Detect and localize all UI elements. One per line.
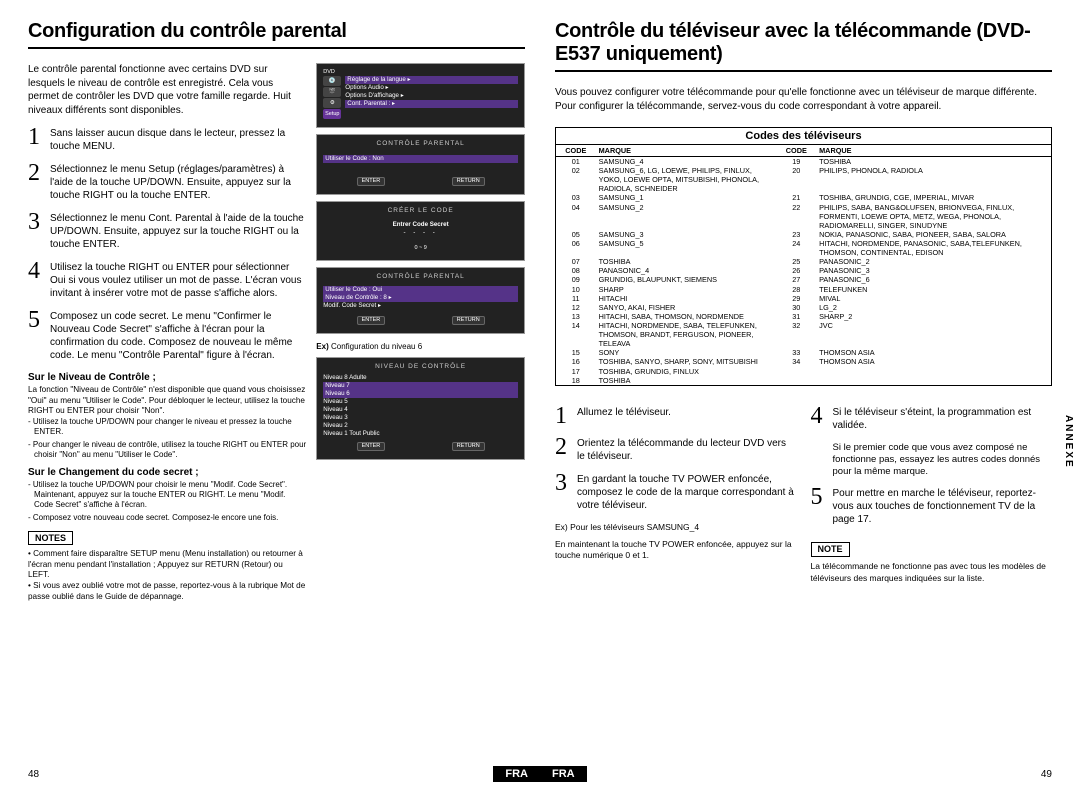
tv-codes-table: Codes des téléviseurs CODE MARQUE CODE M… bbox=[555, 127, 1052, 386]
table-row: 12SANYO, AKAI, FISHER30LG_2 bbox=[556, 303, 1051, 312]
intro-right: Vous pouvez configurer votre télécommand… bbox=[555, 86, 1052, 113]
step-5: 5Composez un code secret. Le menu "Confi… bbox=[28, 310, 306, 362]
table-row: 04SAMSUNG_222PHILIPS, SABA, BANG&OLUFSEN… bbox=[556, 203, 1051, 230]
note-label-right: NOTE bbox=[811, 542, 850, 558]
table-row: 10SHARP28TELEFUNKEN bbox=[556, 285, 1051, 294]
steps-list: 1Sans laisser aucun disque dans le lecte… bbox=[28, 127, 306, 362]
table-row: 07TOSHIBA25PANASONIC_2 bbox=[556, 257, 1051, 266]
table-row: 11HITACHI29MIVAL bbox=[556, 294, 1051, 303]
annexe-tab: ANNEXE bbox=[1063, 415, 1074, 469]
page-49: Contrôle du téléviseur avec la télécomma… bbox=[555, 20, 1052, 780]
disc-menu-icon: 💿 bbox=[323, 76, 341, 86]
note-body-right: La télécommande ne fonctionne pas avec t… bbox=[811, 561, 1053, 583]
table-row: 08PANASONIC_426PANASONIC_3 bbox=[556, 266, 1051, 275]
notes-label: NOTES bbox=[28, 531, 73, 545]
sub1-b1: - Utilisez la touche UP/DOWN pour change… bbox=[28, 417, 306, 438]
return-button: RETURN bbox=[452, 177, 485, 186]
screen-setup-menu: DVD 💿 🎬 ⚙ Setup Réglage de la langue ▸ O… bbox=[316, 63, 525, 128]
fra-badge-right: FRA bbox=[540, 766, 587, 782]
note-2: • Si vous avez oublié votre mot de passe… bbox=[28, 581, 306, 602]
note-1: • Comment faire disparaître SETUP menu (… bbox=[28, 549, 306, 581]
page-number-48: 48 bbox=[28, 769, 39, 780]
screenshots-column: DVD 💿 🎬 ⚙ Setup Réglage de la langue ▸ O… bbox=[316, 63, 525, 602]
enter-button: ENTER bbox=[357, 177, 386, 186]
table-row: 15SONY33THOMSON ASIA bbox=[556, 348, 1051, 357]
sub1-b2: - Pour changer le niveau de contrôle, ut… bbox=[28, 440, 306, 461]
table-row: 18TOSHIBA bbox=[556, 376, 1051, 385]
page-number-49: 49 bbox=[1041, 769, 1052, 780]
example-body: En maintenant la touche TV POWER enfoncé… bbox=[555, 539, 797, 561]
tv-table-title: Codes des téléviseurs bbox=[556, 128, 1051, 144]
remote-steps-left: 1Allumez le téléviseur. 2Orientez la tél… bbox=[555, 406, 797, 584]
table-row: 14HITACHI, NORDMENDE, SABA, TELEFUNKEN, … bbox=[556, 321, 1051, 348]
subheading-changecode: Sur le Changement du code secret ; bbox=[28, 467, 306, 478]
footer-right: FRA 49 bbox=[555, 769, 1052, 780]
table-row: 13HITACHI, SABA, THOMSON, NORDMENDE31SHA… bbox=[556, 312, 1051, 321]
caption-ex6: Ex) Ex) Configuration du niveau 6Configu… bbox=[316, 342, 525, 351]
table-row: 16TOSHIBA, SANYO, SHARP, SONY, MITSUBISH… bbox=[556, 357, 1051, 366]
page-title-left: Configuration du contrôle parental bbox=[28, 20, 525, 49]
table-row: 02SAMSUNG_6, LG, LOEWE, PHILIPS, FINLUX,… bbox=[556, 166, 1051, 193]
remote-steps-right: 4Si le téléviseur s'éteint, la programma… bbox=[811, 406, 1053, 584]
left-text-column: Le contrôle parental fonctionne avec cer… bbox=[28, 63, 306, 602]
title-menu-icon: 🎬 bbox=[323, 87, 341, 97]
step-3: 3Sélectionnez le menu Cont. Parental à l… bbox=[28, 212, 306, 251]
table-row: 17TOSHIBA, GRUNDIG, FINLUX bbox=[556, 367, 1051, 376]
sub2-b2: - Composez votre nouveau code secret. Co… bbox=[28, 513, 306, 523]
step-2: 2Sélectionnez le menu Setup (réglages/pa… bbox=[28, 163, 306, 202]
screen-create-code: CRÉER LE CODE Entrer Code Secret - - - -… bbox=[316, 201, 525, 262]
screen-parental-oui: CONTRÔLE PARENTAL Utiliser le Code : Oui… bbox=[316, 267, 525, 334]
setup-sidebar-icons: 💿 🎬 ⚙ Setup bbox=[323, 76, 341, 119]
sub1-body: La fonction "Niveau de Contrôle" n'est d… bbox=[28, 385, 306, 417]
table-row: 06SAMSUNG_524HITACHI, NORDMENDE, PANASON… bbox=[556, 239, 1051, 257]
table-row: 05SAMSUNG_323NOKIA, PANASONIC, SABA, PIO… bbox=[556, 230, 1051, 239]
page-48: Configuration du contrôle parental Le co… bbox=[28, 20, 525, 780]
page-title-right: Contrôle du téléviseur avec la télécomma… bbox=[555, 20, 1052, 72]
fra-badge-left: FRA bbox=[493, 766, 540, 782]
step-4: 4Utilisez la touche RIGHT ou ENTER pour … bbox=[28, 261, 306, 300]
setup-icon: Setup bbox=[323, 109, 341, 119]
screen-level-list: NIVEAU DE CONTRÔLE Niveau 8 Adulte Nivea… bbox=[316, 357, 525, 460]
function-icon: ⚙ bbox=[323, 98, 341, 108]
screen-parental-non: CONTRÔLE PARENTAL Utiliser le Code : Non… bbox=[316, 134, 525, 195]
step-1: 1Sans laisser aucun disque dans le lecte… bbox=[28, 127, 306, 153]
example-line: Ex) Pour les téléviseurs SAMSUNG_4 bbox=[555, 522, 797, 533]
footer-left: 48 FRA bbox=[28, 769, 525, 780]
table-row: 01SAMSUNG_419TOSHIBA bbox=[556, 157, 1051, 167]
subheading-niveau: Sur le Niveau de Contrôle ; bbox=[28, 372, 306, 383]
intro-left: Le contrôle parental fonctionne avec cer… bbox=[28, 63, 306, 117]
sub2-b1: - Utilisez la touche UP/DOWN pour choisi… bbox=[28, 480, 306, 511]
table-row: 09GRUNDIG, BLAUPUNKT, SIEMENS27PANASONIC… bbox=[556, 275, 1051, 284]
table-row: 03SAMSUNG_121TOSHIBA, GRUNDIG, CGE, IMPE… bbox=[556, 193, 1051, 202]
